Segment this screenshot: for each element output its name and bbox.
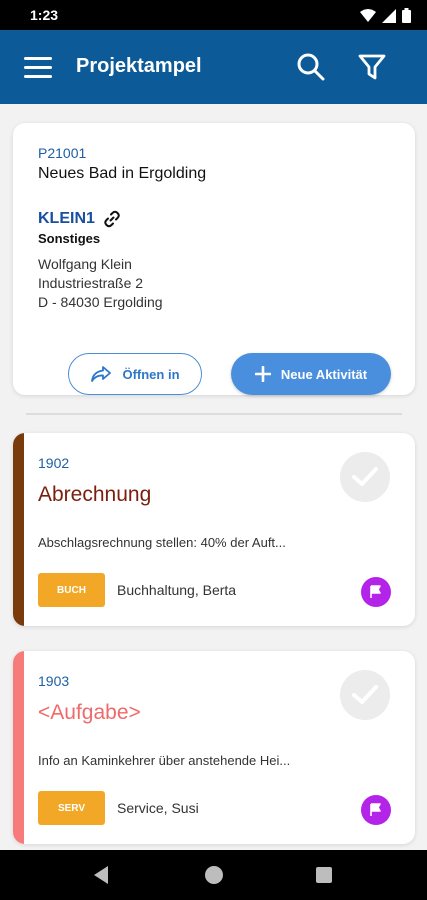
content-area[interactable]: P21001 Neues Bad in Ergolding KLEIN1 Son…: [0, 104, 427, 850]
customer-code-label: KLEIN1: [38, 210, 95, 227]
customer-category: Sonstiges: [38, 231, 101, 246]
task-description: Abschlagsrechnung stellen: 40% der Auft.…: [38, 535, 286, 550]
link-icon[interactable]: [103, 210, 121, 228]
flag-icon[interactable]: [361, 577, 391, 607]
project-number: P21001: [38, 145, 87, 161]
task-status-stripe: [13, 433, 24, 626]
address-name: Wolfgang Klein: [38, 256, 132, 272]
task-status-stripe: [13, 651, 24, 844]
address-street: Industriestraße 2: [38, 275, 144, 291]
recent-apps-icon[interactable]: [316, 867, 332, 883]
signal-icon: [382, 8, 396, 23]
project-card: P21001 Neues Bad in Ergolding KLEIN1 Son…: [13, 123, 415, 395]
task-number: 1902: [38, 455, 70, 471]
department-badge: BUCH: [38, 573, 105, 607]
divider: [26, 413, 402, 415]
task-title: Abrechnung: [38, 483, 152, 506]
address-city: D - 84030 Ergolding: [38, 294, 163, 310]
back-icon[interactable]: [92, 865, 110, 885]
status-time: 1:23: [30, 7, 59, 23]
task-card[interactable]: 1903 <Aufgabe> Info an Kaminkehrer über …: [13, 651, 415, 844]
app-bar: Projektampel: [0, 30, 427, 104]
system-nav-bar: [0, 850, 427, 900]
filter-icon[interactable]: [357, 52, 387, 82]
wifi-icon: [360, 8, 376, 22]
department-badge: SERV: [38, 791, 105, 825]
task-card[interactable]: 1902 Abrechnung Abschlagsrechnung stelle…: [13, 433, 415, 626]
menu-icon[interactable]: [24, 57, 52, 79]
task-description: Info an Kaminkehrer über anstehende Hei.…: [38, 753, 291, 768]
assignee-name: Service, Susi: [117, 800, 199, 816]
complete-check-button[interactable]: [340, 452, 390, 502]
new-activity-label: Neue Aktivität: [280, 366, 368, 382]
flag-icon[interactable]: [361, 795, 391, 825]
complete-check-button[interactable]: [340, 670, 390, 720]
share-arrow-icon: [91, 366, 112, 382]
new-activity-button[interactable]: Neue Aktivität: [231, 353, 391, 395]
page-title: Projektampel: [76, 55, 202, 77]
customer-address: Wolfgang Klein Industriestraße 2 D - 840…: [38, 255, 163, 312]
task-number: 1903: [38, 673, 70, 689]
status-icons: [360, 8, 411, 23]
project-name: Neues Bad in Ergolding: [38, 165, 207, 182]
assignee-name: Buchhaltung, Berta: [117, 582, 237, 598]
checkmark-icon: [352, 467, 378, 486]
open-in-button[interactable]: Öffnen in: [68, 353, 202, 395]
checkmark-icon: [352, 685, 378, 704]
status-bar: 1:23: [0, 0, 427, 30]
plus-icon: [254, 366, 271, 382]
home-icon[interactable]: [205, 866, 223, 884]
open-in-label: Öffnen in: [122, 366, 180, 382]
task-title: <Aufgabe>: [38, 701, 141, 724]
search-icon[interactable]: [296, 52, 326, 82]
customer-code: KLEIN1: [38, 210, 121, 228]
battery-icon: [402, 8, 411, 23]
